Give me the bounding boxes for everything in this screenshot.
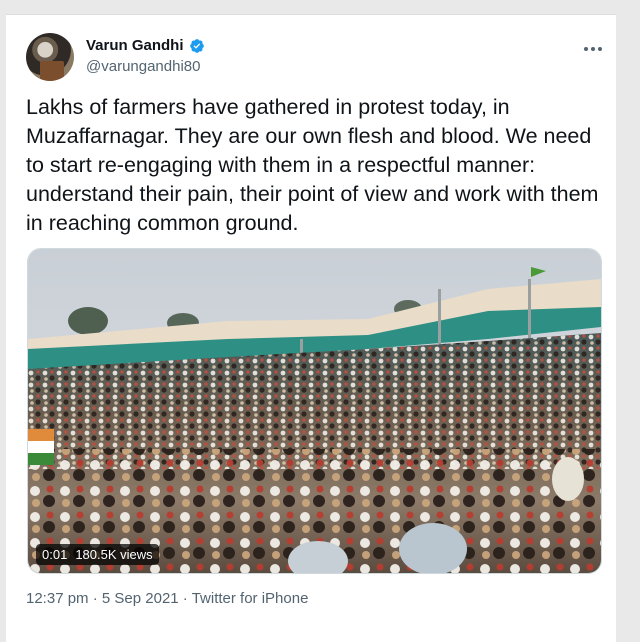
dot: [591, 47, 595, 51]
video-meta: 0:01 180.5K views: [36, 544, 159, 565]
crowd-video-thumbnail: [28, 249, 601, 573]
avatar[interactable]: [26, 33, 74, 81]
separator: ·: [178, 590, 192, 607]
dot: [584, 47, 588, 51]
tweet-footer: 12:37 pm · 5 Sep 2021 · Twitter for iPho…: [26, 590, 308, 607]
tweet-time[interactable]: 12:37 pm: [26, 590, 89, 607]
video-player[interactable]: 0:01 180.5K views: [27, 248, 602, 574]
author-handle[interactable]: @varungandhi80: [86, 58, 205, 75]
display-name-row: Varun Gandhi: [86, 37, 205, 54]
tweet-card: Varun Gandhi @varungandhi80 Lakhs of far…: [6, 14, 616, 642]
video-time: 0:01: [42, 547, 68, 562]
display-name[interactable]: Varun Gandhi: [86, 37, 184, 54]
tweet-source[interactable]: Twitter for iPhone: [192, 590, 309, 607]
video-views: 180.5K views: [75, 547, 153, 562]
separator: ·: [88, 590, 102, 607]
more-horizontal-icon[interactable]: [580, 39, 606, 59]
podium-shape: [40, 61, 64, 81]
tweet-header: Varun Gandhi @varungandhi80: [26, 33, 606, 85]
dot: [598, 47, 602, 51]
verified-badge-icon: [189, 38, 204, 53]
author-info: Varun Gandhi @varungandhi80: [86, 37, 205, 75]
tweet-date[interactable]: 5 Sep 2021: [102, 590, 179, 607]
tweet-text: Lakhs of farmers have gathered in protes…: [26, 95, 599, 235]
